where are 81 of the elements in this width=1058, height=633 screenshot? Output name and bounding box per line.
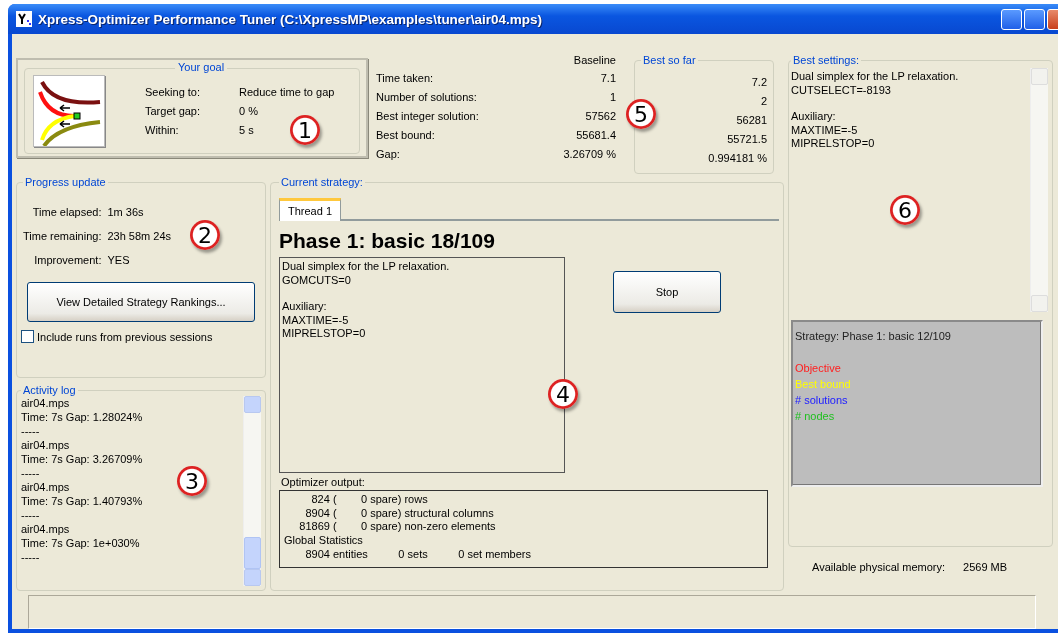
stat-value: 56281	[735, 114, 767, 126]
group-title: Progress update	[24, 176, 107, 188]
log-line: Time: 7s Gap: 1e+030%	[21, 536, 140, 550]
memory-value: 2569 MB	[963, 561, 1008, 573]
settings-line: Dual simplex for the LP relaxation.	[791, 70, 960, 84]
checkbox[interactable]	[21, 330, 34, 343]
field-value: 0 %	[239, 105, 258, 117]
legend-label: Objective	[795, 361, 842, 376]
minimize-button[interactable]	[1001, 8, 1022, 30]
stat-value: 3.26709 %	[562, 148, 616, 160]
group-title: Best so far	[642, 54, 697, 66]
memory-label: Available physical memory:	[812, 561, 946, 573]
app-icon	[16, 11, 32, 27]
chart-title: Strategy: Phase 1: basic 12/109	[795, 329, 952, 344]
settings-line: Auxiliary:	[791, 110, 837, 124]
log-line: Time: 7s Gap: 3.26709%	[21, 452, 143, 466]
legend-label: # nodes	[795, 409, 836, 424]
tab[interactable]: Thread 1	[279, 198, 342, 221]
scrollbar[interactable]	[1030, 68, 1048, 312]
log-line: Time: 7s Gap: 1.28024%	[21, 410, 143, 424]
stop-button[interactable]: Stop	[613, 271, 721, 313]
stat-value: 1	[608, 91, 616, 103]
field-label: Time elapsed:	[31, 206, 102, 218]
stat-value: 7.2	[750, 76, 767, 88]
group-title: Current strategy:	[280, 176, 364, 188]
log-line: Time: 7s Gap: 1.40793%	[21, 494, 143, 508]
settings-line: MIPRELSTOP=0	[282, 327, 367, 341]
log-line: air04.mps	[21, 396, 70, 410]
field-label: Within:	[145, 124, 179, 136]
field-label: Target gap:	[145, 105, 201, 117]
field-value: 23h 58m 24s	[107, 230, 172, 242]
rankings-button[interactable]: View Detailed Strategy Rankings...	[27, 282, 255, 322]
output-line: 824 ( 0 spare) rows	[310, 493, 429, 507]
settings-line: Auxiliary:	[282, 300, 328, 314]
stat-label: Time taken:	[376, 72, 435, 84]
field-value: 1m 36s	[107, 206, 145, 218]
settings-line: CUTSELECT=-8193	[791, 83, 892, 97]
settings-line: MAXTIME=-5	[791, 123, 859, 137]
legend-label: Best bound	[795, 377, 852, 392]
stat-value: 0.994181 %	[707, 152, 767, 164]
log-separator: -----	[21, 508, 40, 522]
field-value: YES	[107, 254, 131, 266]
output-line: 8904 ( 0 spare) structural columns	[304, 506, 495, 521]
stat-label: Best bound:	[376, 129, 436, 141]
stat-label: Number of solutions:	[376, 91, 478, 103]
field-label: Time remaining:	[23, 230, 102, 242]
settings-line: MIPRELSTOP=0	[791, 137, 876, 151]
phase-heading: Phase 1: basic 18/109	[279, 229, 496, 253]
log-line: air04.mps	[21, 522, 70, 536]
output-line: 81869 ( 0 spare) non-zero elements	[298, 520, 497, 535]
stat-value: 2	[759, 95, 767, 107]
output-label: Optimizer output:	[281, 476, 366, 488]
log-separator: -----	[21, 424, 40, 438]
window-title: Xpress-Optimizer Performance Tuner (C:\XpressMP\examples\tuner\air04.mps)	[38, 11, 543, 27]
stat-value: 55721.5	[726, 133, 767, 145]
field-value: 5 s	[239, 124, 254, 136]
maximize-button[interactable]	[1024, 8, 1045, 30]
checkbox-label: Include runs from previous sessions	[37, 330, 213, 343]
group-title: Your goal	[175, 61, 228, 73]
stat-value: 7.1	[599, 72, 616, 84]
stat-value: 57562	[584, 110, 616, 122]
output-line: Global Statistics	[284, 534, 364, 548]
log-separator: -----	[21, 466, 40, 480]
settings-line: GOMCUTS=0	[282, 273, 352, 287]
stat-label: Gap:	[376, 148, 401, 160]
group-title: Activity log	[22, 384, 77, 396]
field-label: Seeking to:	[145, 86, 201, 98]
scrollbar[interactable]	[243, 396, 261, 587]
output-line: 8904 entities 0 sets 0 set members	[304, 547, 532, 562]
log-separator: -----	[21, 550, 40, 564]
settings-line: MAXTIME=-5	[282, 313, 350, 327]
stat-label: Best integer solution:	[376, 110, 480, 122]
log-line: air04.mps	[21, 438, 70, 452]
column-heading: Baseline	[573, 54, 616, 66]
settings-line: Dual simplex for the LP relaxation.	[282, 260, 451, 274]
legend-label: # solutions	[795, 393, 849, 408]
field-value: Reduce time to gap	[239, 86, 335, 98]
stat-value: 55681.4	[575, 129, 616, 141]
log-line: air04.mps	[21, 480, 70, 494]
field-label: Improvement:	[33, 254, 102, 266]
group-title: Best settings:	[792, 54, 861, 66]
